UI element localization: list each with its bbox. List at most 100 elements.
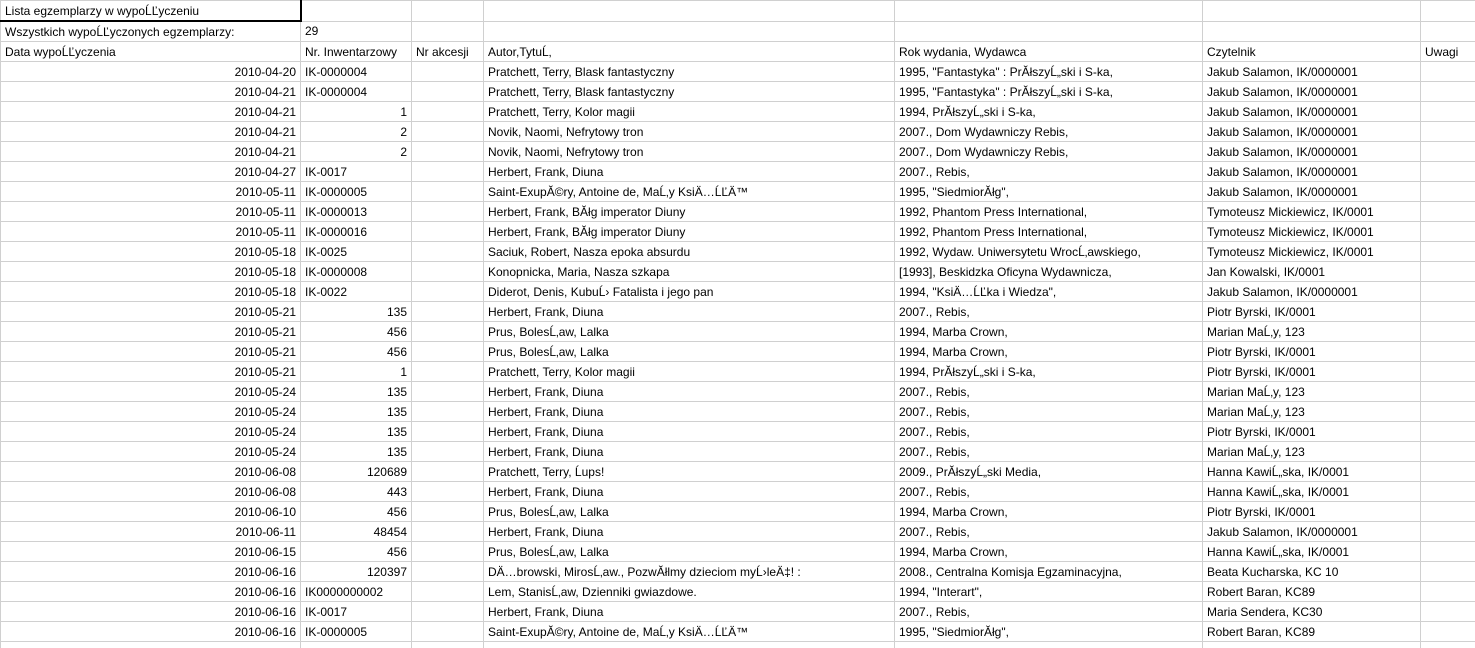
cell-publisher[interactable]: 1994, PrĂłszyĹ„ski i S-ka, <box>895 102 1203 122</box>
cell-inventory[interactable]: IK-0022 <box>301 282 412 302</box>
table-row[interactable]: 2010-06-10456Prus, BolesĹ‚aw, Lalka1994,… <box>1 502 1475 522</box>
cell-notes[interactable] <box>1421 562 1475 582</box>
cell-reader[interactable]: Jakub Salamon, IK/0000001 <box>1203 102 1421 122</box>
cell-inventory[interactable]: IK-0000005 <box>301 182 412 202</box>
cell-accession[interactable] <box>412 602 484 622</box>
header-accession[interactable]: Nr akcesji <box>412 42 484 62</box>
table-row[interactable]: 2010-06-1148454Herbert, Frank, Diuna2007… <box>1 522 1475 542</box>
cell-accession[interactable] <box>412 622 484 642</box>
cell-date[interactable]: 2010-06-15 <box>1 542 301 562</box>
cell-reader[interactable]: Tymoteusz Mickiewicz, IK/0001 <box>1203 222 1421 242</box>
table-row[interactable]: 2010-06-16IK-0000005Saint-ExupĂ©ry, Anto… <box>1 622 1475 642</box>
header-publisher[interactable]: Rok wydania, Wydawca <box>895 42 1203 62</box>
cell-notes[interactable] <box>1421 202 1475 222</box>
cell-author[interactable]: Herbert, Frank, Diuna <box>484 382 895 402</box>
cell-publisher[interactable]: 2008., Centralna Komisja Egzaminacyjna, <box>895 562 1203 582</box>
cell-date[interactable]: 2010-05-21 <box>1 322 301 342</box>
cell-publisher[interactable]: 1994, Marba Crown, <box>895 322 1203 342</box>
cell-accession[interactable] <box>412 82 484 102</box>
cell-author[interactable]: Pratchett, Terry, Kolor magii <box>484 362 895 382</box>
cell-reader[interactable]: Jakub Salamon, IK/0000001 <box>1203 162 1421 182</box>
cell-reader[interactable]: Tymoteusz Mickiewicz, IK/0001 <box>1203 202 1421 222</box>
cell-inventory[interactable]: 135 <box>301 382 412 402</box>
cell-notes[interactable] <box>1421 582 1475 602</box>
table-row[interactable]: 2010-05-24135Herbert, Frank, Diuna2007.,… <box>1 402 1475 422</box>
cell-notes[interactable] <box>1421 442 1475 462</box>
cell-author[interactable]: Prus, BolesĹ‚aw, Lalka <box>484 322 895 342</box>
cell-author[interactable]: Konopnicka, Maria, Nasza szkapa <box>484 262 895 282</box>
cell-author[interactable]: Herbert, Frank, Diuna <box>484 442 895 462</box>
cell-author[interactable]: Herbert, Frank, Diuna <box>484 602 895 622</box>
cell-date[interactable]: 2010-05-21 <box>1 342 301 362</box>
header-row[interactable]: Data wypoĹĽyczenia Nr. Inwentarzowy Nr a… <box>1 42 1475 62</box>
cell-author[interactable]: Saciuk, Robert, Nasza epoka absurdu <box>484 242 895 262</box>
cell-publisher[interactable]: 1994, Marba Crown, <box>895 502 1203 522</box>
cell-notes[interactable] <box>1421 522 1475 542</box>
table-row[interactable]: 2010-05-18IK-0000008Konopnicka, Maria, N… <box>1 262 1475 282</box>
header-notes[interactable]: Uwagi <box>1421 42 1475 62</box>
cell-inventory[interactable]: IK-0000004 <box>301 82 412 102</box>
cell-publisher[interactable]: 2007., Rebis, <box>895 522 1203 542</box>
cell-date[interactable]: 2010-06-08 <box>1 462 301 482</box>
table-row[interactable]: 2010-04-27IK-0017Herbert, Frank, Diuna20… <box>1 162 1475 182</box>
cell-publisher[interactable]: 2007., Rebis, <box>895 482 1203 502</box>
cell-notes[interactable] <box>1421 142 1475 162</box>
cell-inventory[interactable]: 135 <box>301 402 412 422</box>
cell-inventory[interactable]: IK-0000013 <box>301 202 412 222</box>
table-row[interactable]: 2010-06-16120397DÄ…browski, MirosĹ‚aw., … <box>1 562 1475 582</box>
cell-notes[interactable] <box>1421 482 1475 502</box>
table-row[interactable]: 2010-06-08443Herbert, Frank, Diuna2007.,… <box>1 482 1475 502</box>
cell-author[interactable]: Prus, BolesĹ‚aw, Lalka <box>484 542 895 562</box>
cell-date[interactable]: 2010-04-27 <box>1 162 301 182</box>
cell-author[interactable]: Pratchett, Terry, Ĺups! <box>484 462 895 482</box>
header-reader[interactable]: Czytelnik <box>1203 42 1421 62</box>
cell-publisher[interactable]: [1993], Beskidzka Oficyna Wydawnicza, <box>895 262 1203 282</box>
cell-publisher[interactable]: 2009., PrĂłszyĹ„ski Media, <box>895 462 1203 482</box>
cell-inventory[interactable]: 456 <box>301 502 412 522</box>
cell-notes[interactable] <box>1421 122 1475 142</box>
cell-reader[interactable]: Piotr Byrski, IK/0001 <box>1203 422 1421 442</box>
data-table[interactable]: Lista egzemplarzy w wypoĹĽyczeniu Wszyst… <box>0 0 1475 648</box>
cell-publisher[interactable]: 1992, Phantom Press International, <box>895 222 1203 242</box>
cell-inventory[interactable]: IK-0000008 <box>301 262 412 282</box>
table-row[interactable]: 2010-06-16IK0000000002Lem, StanisĹ‚aw, D… <box>1 582 1475 602</box>
cell-inventory[interactable]: IK0000000002 <box>301 582 412 602</box>
cell-notes[interactable] <box>1421 222 1475 242</box>
table-row[interactable]: 2010-05-24135Herbert, Frank, Diuna2007.,… <box>1 382 1475 402</box>
cell-notes[interactable] <box>1421 602 1475 622</box>
cell-accession[interactable] <box>412 442 484 462</box>
cell-accession[interactable] <box>412 462 484 482</box>
cell-inventory[interactable]: IK-0000004 <box>301 62 412 82</box>
table-row[interactable] <box>1 642 1475 648</box>
header-inventory[interactable]: Nr. Inwentarzowy <box>301 42 412 62</box>
table-row[interactable]: 2010-04-20IK-0000004Pratchett, Terry, Bl… <box>1 62 1475 82</box>
table-row[interactable]: 2010-05-18IK-0022Diderot, Denis, KubuĹ› … <box>1 282 1475 302</box>
cell-date[interactable]: 2010-05-24 <box>1 402 301 422</box>
cell-accession[interactable] <box>412 222 484 242</box>
cell-inventory[interactable]: 120397 <box>301 562 412 582</box>
cell-date[interactable]: 2010-05-21 <box>1 302 301 322</box>
cell-notes[interactable] <box>1421 182 1475 202</box>
cell-inventory[interactable]: 135 <box>301 442 412 462</box>
cell-date[interactable]: 2010-05-18 <box>1 242 301 262</box>
cell-inventory[interactable]: 135 <box>301 302 412 322</box>
cell-publisher[interactable]: 1994, Marba Crown, <box>895 342 1203 362</box>
cell-date[interactable]: 2010-05-11 <box>1 202 301 222</box>
table-row[interactable]: 2010-05-21456Prus, BolesĹ‚aw, Lalka1994,… <box>1 322 1475 342</box>
cell-author[interactable]: Pratchett, Terry, Kolor magii <box>484 102 895 122</box>
table-row[interactable]: 2010-05-211Pratchett, Terry, Kolor magii… <box>1 362 1475 382</box>
cell-author[interactable]: Prus, BolesĹ‚aw, Lalka <box>484 502 895 522</box>
cell-accession[interactable] <box>412 562 484 582</box>
cell-accession[interactable] <box>412 362 484 382</box>
cell-date[interactable]: 2010-04-20 <box>1 62 301 82</box>
cell-notes[interactable] <box>1421 162 1475 182</box>
cell-accession[interactable] <box>412 482 484 502</box>
cell-inventory[interactable]: 456 <box>301 542 412 562</box>
table-row[interactable]: 2010-04-212Novik, Naomi, Nefrytowy tron2… <box>1 122 1475 142</box>
cell-notes[interactable] <box>1421 82 1475 102</box>
cell-publisher[interactable]: 2007., Rebis, <box>895 302 1203 322</box>
cell-accession[interactable] <box>412 342 484 362</box>
cell-date[interactable]: 2010-06-16 <box>1 582 301 602</box>
cell-date[interactable]: 2010-06-16 <box>1 562 301 582</box>
cell-accession[interactable] <box>412 502 484 522</box>
